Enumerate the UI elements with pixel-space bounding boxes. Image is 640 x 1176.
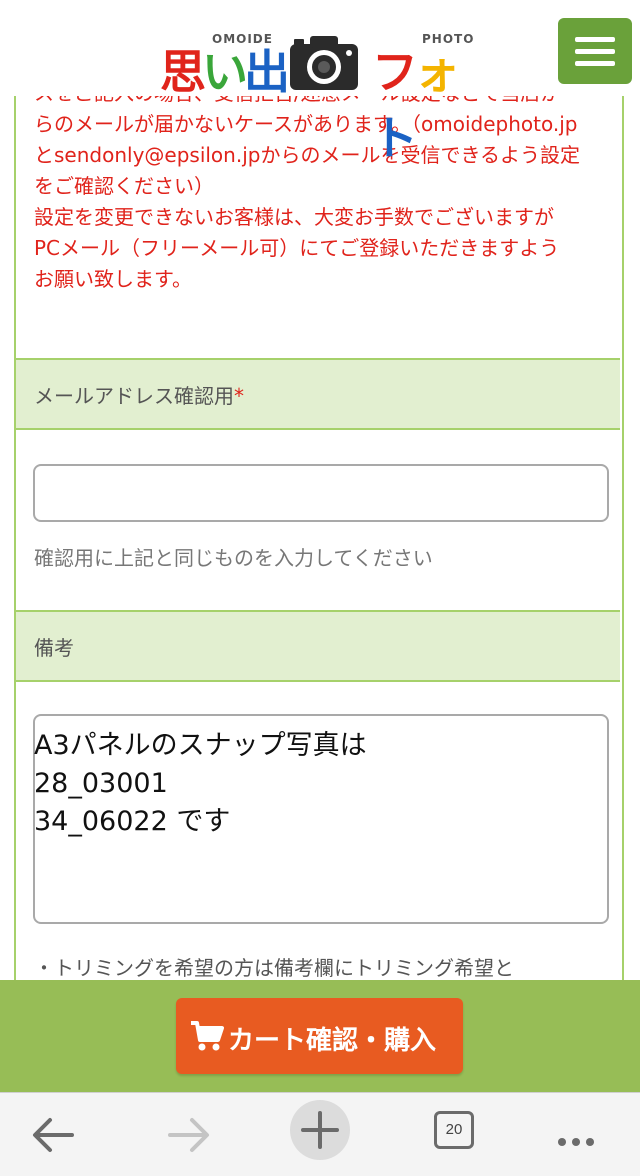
camera-icon bbox=[290, 36, 358, 90]
cart-confirm-button[interactable]: カート確認・購入 bbox=[176, 998, 463, 1074]
hamburger-icon bbox=[575, 37, 615, 42]
trimming-note: ・トリミングを希望の方は備考欄にトリミング希望と bbox=[34, 956, 514, 980]
back-arrow-icon[interactable] bbox=[26, 1107, 82, 1163]
cart-icon bbox=[191, 1021, 224, 1051]
browser-toolbar: 20 bbox=[0, 1092, 640, 1176]
more-dots-icon[interactable] bbox=[548, 1107, 604, 1163]
cart-confirm-label: カート確認・購入 bbox=[228, 1026, 437, 1056]
tab-count-button[interactable]: 20 bbox=[434, 1111, 474, 1149]
hamburger-icon-bar bbox=[575, 61, 615, 66]
email-confirm-label: メールアドレス確認用* bbox=[34, 384, 244, 408]
remarks-label: 備考 bbox=[34, 636, 74, 660]
forward-arrow-icon[interactable] bbox=[160, 1107, 216, 1163]
logo-small-photo: PHOTO bbox=[422, 32, 475, 46]
cart-bar: カート確認・購入 bbox=[0, 980, 640, 1092]
email-warning-text: スをご記入の場合、受信拒否/迷惑メール設定などで当店か らのメールが届かないケー… bbox=[34, 81, 581, 291]
remarks-header: 備考 bbox=[16, 610, 620, 682]
site-logo[interactable]: 思い出 OMOIDE フォト PHOTO bbox=[160, 24, 482, 165]
email-confirm-input[interactable] bbox=[33, 464, 609, 522]
site-header: 思い出 OMOIDE フォト PHOTO bbox=[0, 0, 640, 165]
plus-icon bbox=[301, 1111, 339, 1149]
hamburger-icon-bar bbox=[575, 49, 615, 54]
logo-text-photo: フォト bbox=[372, 45, 460, 165]
logo-small-omoide: OMOIDE bbox=[212, 32, 273, 46]
required-mark: * bbox=[234, 384, 244, 408]
remarks-textarea-value: A3パネルのスナップ写真は 28_03001 34_06022 です bbox=[34, 730, 367, 837]
email-confirm-help: 確認用に上記と同じものを入力してください bbox=[34, 546, 433, 570]
email-confirm-header: メールアドレス確認用* bbox=[16, 358, 620, 430]
new-tab-button[interactable] bbox=[290, 1100, 350, 1160]
menu-button[interactable] bbox=[558, 18, 632, 84]
